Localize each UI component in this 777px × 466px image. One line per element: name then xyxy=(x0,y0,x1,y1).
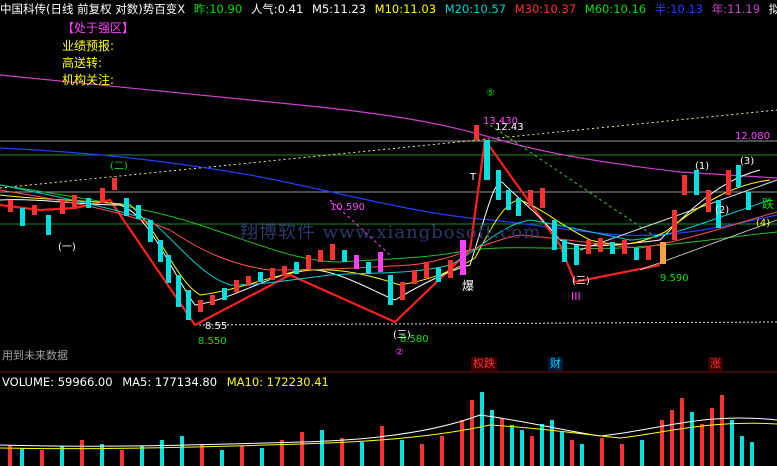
circle-1-mark-a: (一) xyxy=(58,242,76,253)
prev-label: 昨: xyxy=(193,2,210,16)
vol-ma5-value: 177134.80 xyxy=(154,375,218,389)
ma5-value: 11.23 xyxy=(333,2,367,16)
circle-2-mark-b: ② xyxy=(395,347,404,358)
ma20-value: 10.57 xyxy=(473,2,507,16)
half-year-readout: 半:10.13 xyxy=(655,2,703,16)
ma20-readout: M20:10.57 xyxy=(445,2,506,16)
stock-title: 中国科传(日线 前复权 对数) xyxy=(0,2,143,16)
year-label: 年: xyxy=(711,2,728,16)
prev-value: 10.90 xyxy=(209,2,243,16)
institution-focus-label: 机构关注: xyxy=(62,73,115,87)
low-price-label-b: 8.550 xyxy=(198,336,227,347)
pop-label: 人气: xyxy=(250,2,278,16)
end-label: 拟: xyxy=(768,2,777,16)
drop-mark: 跌 xyxy=(762,197,775,211)
year-readout: 年:11.19 xyxy=(712,2,760,16)
circle-5-mark: ⑤ xyxy=(486,88,495,99)
zone-status: 【处于强区】 xyxy=(62,21,135,35)
circle-3-mark-a: (三) xyxy=(393,330,411,341)
year-value: 11.19 xyxy=(727,2,761,16)
ma10-value: 11.03 xyxy=(403,2,437,16)
circle-2-mark-c: (2) xyxy=(715,205,730,216)
ma5-readout: M5:11.23 xyxy=(312,2,366,16)
chart-header: 中国科传(日线 前复权 对数)势百变X 昨:10.90 人气:0.41 M5:1… xyxy=(0,0,777,18)
end-readout: 拟:◇ xyxy=(769,2,777,16)
circle-3-mark-c: (3) xyxy=(740,156,755,167)
volume-label: VOLUME: xyxy=(2,375,55,389)
circle-2-mark-a: (二) xyxy=(110,161,128,172)
low-price-label-3: 9.590 xyxy=(660,273,689,284)
vol-ma10-value: 172230.41 xyxy=(266,375,329,389)
earnings-forecast-label: 业绩预报: xyxy=(62,39,115,53)
ma5-label: M5: xyxy=(311,2,334,16)
event-marker-2[interactable]: 财 xyxy=(548,357,563,371)
ma60-label: M60: xyxy=(584,2,614,16)
high-price-label-b: 12.43 xyxy=(495,122,524,133)
indicator-name[interactable]: 势百变X xyxy=(143,2,185,16)
vol-ma5-label: MA5: xyxy=(122,375,152,389)
watermark: 翔博软件 www.xiangbosoft.com xyxy=(240,222,542,243)
vol-ma10-readout: MA10: 172230.41 xyxy=(227,375,329,389)
prev-close: 昨:10.90 xyxy=(194,2,242,16)
ma60-readout: M60:10.16 xyxy=(585,2,646,16)
recent-high-label: 12.080 xyxy=(735,131,770,142)
bonus-share-label: 高送转: xyxy=(62,56,103,70)
circle-1-mark-b: (1) xyxy=(695,161,710,172)
burst-mark: 爆 xyxy=(462,279,475,293)
popularity: 人气:0.41 xyxy=(251,2,303,16)
ma60-value: 10.16 xyxy=(613,2,647,16)
half-label: 半: xyxy=(654,2,671,16)
pop-value: 0.41 xyxy=(277,2,304,16)
ma30-value: 10.37 xyxy=(543,2,577,16)
vol-ma5-readout: MA5: 177134.80 xyxy=(122,375,217,389)
ma10-label: M10: xyxy=(374,2,404,16)
ma10-readout: M10:11.03 xyxy=(375,2,436,16)
roman-3-mark: III xyxy=(571,290,581,303)
half-value: 10.13 xyxy=(670,2,704,16)
vol-ma10-label: MA10: xyxy=(226,375,264,389)
mid-price-label: 10.590 xyxy=(330,202,365,213)
future-data-notice: 用到未来数据 xyxy=(2,349,68,362)
t-mark: T xyxy=(470,172,477,183)
event-marker-1[interactable]: 权跌 xyxy=(471,357,497,371)
event-marker-3[interactable]: 涨 xyxy=(708,357,723,371)
ma30-readout: M30:10.37 xyxy=(515,2,576,16)
volume-value: 59966.00 xyxy=(57,375,113,389)
ma20-label: M20: xyxy=(444,2,474,16)
circle-3-mark-b: (三) xyxy=(572,276,590,287)
volume-header: VOLUME: 59966.00 MA5: 177134.80 MA10: 17… xyxy=(2,374,335,390)
volume-bars xyxy=(8,392,754,466)
ma30-label: M30: xyxy=(514,2,544,16)
low-price-label-a: 8.55 xyxy=(205,321,228,332)
volume-readout: VOLUME: 59966.00 xyxy=(2,375,113,389)
circle-4-mark: (4) xyxy=(756,218,771,229)
